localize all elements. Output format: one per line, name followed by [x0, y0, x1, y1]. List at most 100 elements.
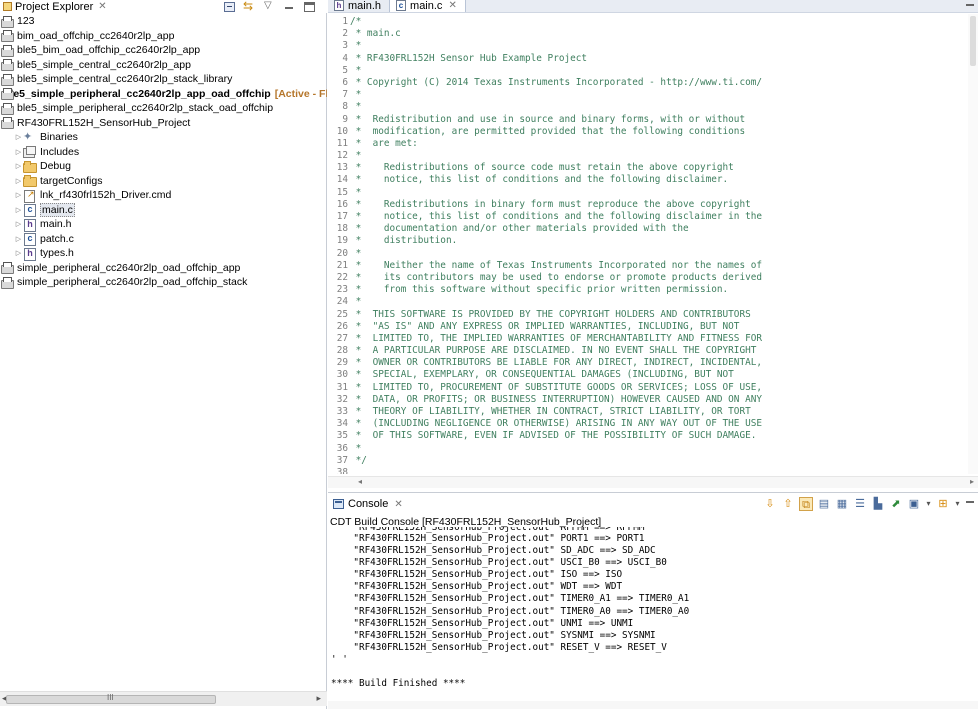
word-wrap-icon[interactable]: ☰ [853, 497, 867, 511]
tree-item-label: Includes [40, 145, 80, 158]
tree-item-label: patch.c [40, 232, 74, 245]
scrollbar-grip: III [107, 693, 114, 702]
scroll-right-icon[interactable]: ▸ [316, 693, 321, 704]
code-line: 25 * THIS SOFTWARE IS PROVIDED BY THE CO… [328, 309, 968, 321]
tree-item-label: ble5_simple_central_cc2640r2lp_stack_lib… [17, 73, 233, 86]
vertical-scrollbar[interactable] [968, 14, 978, 474]
editor-tab[interactable]: h main.h [328, 0, 389, 12]
code-text: * documentation and/or other materials p… [350, 223, 689, 235]
tree-item[interactable]: ▷ lnk_rf430frl152h_Driver.cmd [0, 188, 327, 203]
tree-item[interactable]: simple_peripheral_cc2640r2lp_oad_offchip… [0, 261, 327, 276]
tree-item[interactable]: ▷ types.h [0, 246, 327, 261]
tree-item[interactable]: ▷ Binaries [0, 130, 327, 145]
tree-item-label: ble5_simple_peripheral_cc2640r2lp_app_oa… [4, 87, 271, 100]
expand-arrow-icon[interactable]: ▷ [14, 235, 23, 243]
tree-item[interactable]: ▷ targetConfigs [0, 174, 327, 189]
code-text: * main.c [350, 28, 401, 40]
scroll-left-icon[interactable]: ◂ [358, 477, 362, 486]
scroll-down-icon[interactable]: ⇩ [763, 497, 777, 511]
link-with-editor-icon[interactable] [243, 0, 255, 13]
close-icon[interactable]: ✕ [448, 0, 456, 11]
c-file-icon: c [396, 0, 407, 11]
show-console-icon[interactable]: ▙ [871, 497, 885, 511]
expand-arrow-icon[interactable]: ▷ [14, 220, 23, 228]
code-line: 23 * from this software without specific… [328, 284, 968, 296]
tree-item[interactable]: ▷ main.c [0, 202, 327, 218]
minimize-icon[interactable] [965, 497, 975, 511]
line-number: 29 [336, 357, 348, 369]
scroll-right-icon[interactable]: ▸ [970, 477, 974, 486]
horizontal-scrollbar[interactable]: ◂ III ▸ [0, 691, 327, 706]
code-text: * DATA, OR PROFITS; OR BUSINESS INTERRUP… [350, 393, 763, 405]
collapse-all-icon[interactable] [224, 1, 235, 12]
tree-item-label: ble5_simple_central_cc2640r2lp_app [17, 58, 191, 71]
maximize-icon[interactable] [304, 1, 315, 12]
tree-item[interactable]: ble5_simple_central_cc2640r2lp_app [0, 58, 327, 73]
scrollbar-thumb[interactable]: III [6, 693, 216, 704]
code-editor[interactable]: 1/* 2 * main.c 3 * 4 * RF430FRL152H Sensor … [328, 16, 968, 474]
project-icon [0, 276, 14, 289]
line-number: 11 [336, 137, 348, 149]
minimize-icon[interactable] [284, 2, 295, 12]
expand-arrow-icon[interactable]: ▷ [14, 177, 23, 185]
code-text: */ [350, 454, 367, 466]
scroll-lock-icon[interactable]: ⧉ [799, 497, 813, 511]
expand-arrow-icon[interactable]: ▷ [14, 249, 23, 257]
editor-tab[interactable]: c main.c ✕ [389, 0, 466, 12]
line-number: 16 [336, 198, 348, 210]
code-line: 7 * [328, 89, 968, 101]
console-tab[interactable]: Console ✕ ⇩ ⇧ ⧉ ▤ ▦ ☰ ▙ ⬈ ▣ ▾ ⊞ ▾ [328, 493, 978, 515]
console-output[interactable]: "RF430FRL152H_SensorHub_Project.out" RFP… [328, 527, 978, 701]
code-text: * Redistributions of source code must re… [350, 162, 734, 174]
console-title: Console [348, 498, 389, 510]
expand-arrow-icon[interactable]: ▷ [14, 148, 23, 156]
tree-item[interactable]: ▷ patch.c [0, 232, 327, 247]
line-number: 3 [342, 40, 348, 52]
minimize-icon[interactable] [966, 4, 974, 6]
tree-item[interactable]: ble5_simple_peripheral_cc2640r2lp_stack_… [0, 101, 327, 116]
line-number: 18 [336, 223, 348, 235]
display-dropdown-icon[interactable]: ▾ [925, 497, 932, 511]
code-line: 1/* [328, 16, 968, 28]
expand-arrow-icon[interactable]: ▷ [14, 133, 23, 141]
tree-item[interactable]: ▷ main.h [0, 217, 327, 232]
includes-icon [23, 146, 36, 159]
display-console-icon[interactable]: ▣ [907, 497, 921, 511]
tree-item-label: lnk_rf430frl152h_Driver.cmd [40, 189, 172, 202]
code-text: * from this software without specific pr… [350, 284, 729, 296]
view-menu-icon[interactable] [264, 0, 275, 12]
close-icon[interactable]: ✕ [98, 1, 106, 12]
scroll-up-icon[interactable]: ⇧ [781, 497, 795, 511]
horizontal-scrollbar[interactable] [328, 701, 978, 709]
pin-console-icon[interactable]: ⬈ [889, 497, 903, 511]
project-icon [0, 44, 14, 57]
scrollbar-thumb[interactable] [970, 16, 976, 66]
expand-arrow-icon[interactable]: ▷ [14, 206, 23, 214]
horizontal-scrollbar[interactable]: ◂ ▸ [328, 476, 978, 488]
code-line: 18 * documentation and/or other material… [328, 223, 968, 235]
tree-item[interactable]: 123 [0, 14, 327, 29]
tree-item[interactable]: ble5_simple_central_cc2640r2lp_stack_lib… [0, 72, 327, 87]
expand-arrow-icon[interactable]: ▷ [14, 162, 23, 170]
code-line: 33 * THEORY OF LIABILITY, WHETHER IN CON… [328, 406, 968, 418]
copy-build-log-icon[interactable]: ▤ [817, 497, 831, 511]
tree-item[interactable]: ▷ Debug [0, 159, 327, 174]
tree-item[interactable]: RF430FRL152H_SensorHub_Project [0, 116, 327, 131]
h-file-icon [23, 218, 36, 232]
line-number: 27 [336, 332, 348, 344]
open-dropdown-icon[interactable]: ▾ [954, 497, 961, 511]
project-explorer-tab[interactable]: Project Explorer ✕ [0, 0, 327, 13]
tree-item[interactable]: simple_peripheral_cc2640r2lp_oad_offchip… [0, 275, 327, 290]
ide-window: Project Explorer ✕ 123bim_oad_offchip_cc… [0, 0, 978, 709]
tree-item[interactable]: bim_oad_offchip_cc2640r2lp_app [0, 29, 327, 44]
line-number: 9 [342, 113, 348, 125]
line-number: 31 [336, 381, 348, 393]
expand-arrow-icon[interactable]: ▷ [14, 191, 23, 199]
tree-item[interactable]: ▷ Includes [0, 145, 327, 160]
close-icon[interactable]: ✕ [394, 499, 402, 510]
open-console-icon[interactable]: ⊞ [936, 497, 950, 511]
line-number: 13 [336, 162, 348, 174]
tree-item[interactable]: ble5_simple_peripheral_cc2640r2lp_app_oa… [0, 87, 327, 102]
clear-console-icon[interactable]: ▦ [835, 497, 849, 511]
tree-item[interactable]: ble5_bim_oad_offchip_cc2640r2lp_app [0, 43, 327, 58]
